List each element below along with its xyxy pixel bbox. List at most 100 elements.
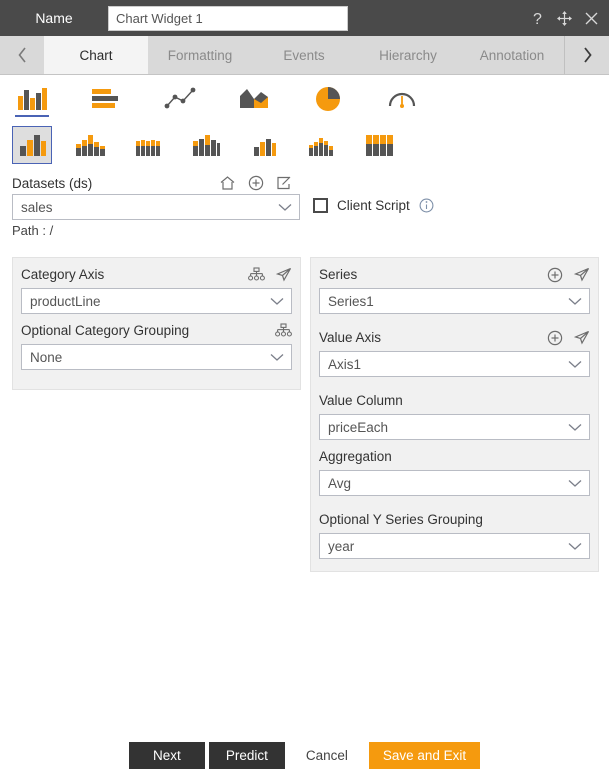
mixed-column-icon[interactable] [302,126,342,164]
move-arrows-icon[interactable] [556,10,573,27]
value-axis-value: Axis1 [328,356,362,372]
panel-divider [311,314,598,321]
tabs-prev-arrow-icon[interactable] [0,36,44,74]
plus-circle-icon[interactable] [547,330,563,346]
edit-pencil-icon[interactable] [276,175,292,191]
chevron-down-icon [269,296,285,306]
scatter-line-chart-icon[interactable] [160,80,200,118]
datasets-select[interactable]: sales [12,194,300,220]
chart-type-row-primary [0,75,609,121]
chevron-down-icon [567,296,583,306]
footer-button-bar: Next Predict Cancel Save and Exit [0,734,609,776]
bar-chart-icon[interactable] [86,80,126,118]
tab-events[interactable]: Events [252,36,356,74]
full-stacked-column-icon[interactable] [360,126,400,164]
next-button[interactable]: Next [128,741,205,769]
client-script-row: Client Script [313,198,434,213]
titlebar-icons: ? [530,10,599,27]
grouped-column-icon[interactable] [186,126,226,164]
gauge-chart-icon[interactable] [382,80,422,118]
hierarchy-icon[interactable] [248,267,265,282]
save-and-exit-button[interactable]: Save and Exit [368,741,481,769]
chevron-down-icon [567,478,583,488]
value-column-value: priceEach [328,419,389,435]
series-value-axis-panel: Series Series1 Value Axis Axis1 Value Co… [310,257,599,572]
cancel-button[interactable]: Cancel [288,741,365,769]
chevron-down-icon [567,359,583,369]
widget-name-input[interactable]: Chart Widget 1 [108,5,348,31]
optional-category-grouping-section: Optional Category Grouping None [13,314,300,370]
series-label: Series [319,267,358,282]
pie-chart-icon[interactable] [308,80,348,118]
send-icon[interactable] [574,267,590,282]
chart-type-row-variants [0,121,609,169]
optional-category-grouping-actions [275,323,292,338]
value-column-section: Value Column priceEach [311,384,598,440]
optional-y-series-grouping-value: year [328,538,355,554]
aggregation-label: Aggregation [319,449,392,464]
aggregation-value: Avg [328,475,352,491]
client-script-label: Client Script [337,198,410,213]
close-icon[interactable] [584,11,599,26]
value-axis-select[interactable]: Axis1 [319,351,590,377]
send-icon[interactable] [574,330,590,345]
tab-annotation[interactable]: Annotation [460,36,564,74]
category-axis-section: Category Axis productLine [13,258,300,314]
category-axis-header: Category Axis [13,264,300,285]
category-axis-select[interactable]: productLine [21,288,292,314]
datasets-label: Datasets (ds) [12,175,93,191]
predict-button[interactable]: Predict [208,741,285,769]
tab-label: Formatting [167,47,233,63]
tab-hierarchy[interactable]: Hierarchy [356,36,460,74]
home-icon[interactable] [219,175,236,191]
small-clustered-column-icon[interactable] [244,126,284,164]
hierarchy-icon[interactable] [275,323,292,338]
optional-category-grouping-select[interactable]: None [21,344,292,370]
tab-formatting[interactable]: Formatting [148,36,252,74]
info-icon[interactable] [419,198,434,213]
optional-y-series-grouping-select[interactable]: year [319,533,590,559]
chevron-down-icon [277,202,293,212]
series-header: Series [311,264,598,285]
value-axis-label: Value Axis [319,330,382,345]
tab-label: Events [283,47,325,63]
category-axis-value: productLine [30,293,101,309]
title-bar: Name Chart Widget 1 ? [0,0,609,36]
stacked-column-icon[interactable] [70,126,110,164]
stacked-column-100-icon[interactable] [128,126,168,164]
aggregation-select[interactable]: Avg [319,470,590,496]
clustered-column-icon[interactable] [12,126,52,164]
optional-y-series-grouping-label: Optional Y Series Grouping [319,512,483,527]
optional-category-grouping-value: None [30,349,63,365]
optional-y-series-grouping-section: Optional Y Series Grouping year [311,503,598,559]
dataset-path: Path : / [12,223,609,238]
question-mark-icon[interactable]: ? [530,10,545,27]
tab-label: Chart [79,47,113,63]
tab-bar: Chart Formatting Events Hierarchy Annota… [0,36,609,75]
value-axis-header: Value Axis [311,327,598,348]
tabs-next-arrow-icon[interactable] [564,36,609,74]
series-select[interactable]: Series1 [319,288,590,314]
column-chart-icon[interactable] [12,80,52,118]
value-axis-section: Value Axis Axis1 [311,321,598,377]
send-icon[interactable] [276,267,292,282]
value-column-header: Value Column [311,390,598,411]
datasets-actions [219,175,300,191]
value-column-select[interactable]: priceEach [319,414,590,440]
series-value: Series1 [328,293,374,309]
category-axis-panel: Category Axis productLine Optional Categ… [12,257,301,390]
area-chart-icon[interactable] [234,80,274,118]
value-column-label: Value Column [319,393,403,408]
svg-text:?: ? [533,11,542,27]
name-label: Name [35,10,73,26]
chevron-down-icon [269,352,285,362]
aggregation-header: Aggregation [311,446,598,467]
tab-chart[interactable]: Chart [44,36,148,74]
plus-circle-icon[interactable] [248,175,264,191]
panel-divider [311,496,598,503]
plus-circle-icon[interactable] [547,267,563,283]
client-script-checkbox[interactable] [313,198,328,213]
datasets-header: Datasets (ds) [12,175,300,191]
category-axis-actions [248,267,292,282]
tab-label: Hierarchy [379,47,437,63]
